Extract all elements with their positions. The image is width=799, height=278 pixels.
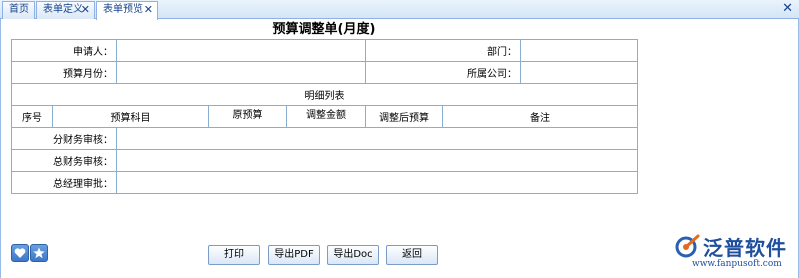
department-field[interactable] bbox=[520, 39, 638, 62]
column-header: 原预算 调整金额 bbox=[208, 105, 366, 128]
gm-approval-label: 总经理审批： bbox=[11, 171, 117, 194]
department-label: 部门： bbox=[365, 39, 521, 62]
column-header: 原预算 bbox=[209, 106, 287, 127]
budget-month-label: 预算月份： bbox=[11, 61, 117, 84]
close-icon[interactable]: ✕ bbox=[81, 2, 90, 18]
tab-form-definition[interactable]: 表单定义 ✕ bbox=[36, 1, 95, 19]
star-icon[interactable] bbox=[30, 244, 48, 262]
logo-url: www.fanpusoft.com bbox=[692, 259, 782, 269]
head-finance-review-field[interactable] bbox=[116, 149, 638, 172]
export-pdf-button[interactable]: 导出PDF bbox=[268, 245, 320, 265]
form-table: 申请人： 部门： 预算月份： 所属公司： 明细列表 序号 预算科目 原预算 调整… bbox=[11, 39, 638, 194]
tab-home-label: 首页 bbox=[9, 4, 29, 15]
gm-approval-row: 总经理审批： bbox=[11, 171, 638, 194]
column-header: 预算科目 bbox=[52, 105, 209, 128]
company-label: 所属公司： bbox=[365, 61, 521, 84]
branch-finance-review-row: 分财务审核： bbox=[11, 127, 638, 150]
tab-bar: 首页 表单定义 ✕ 表单预览 ✕ ✕ bbox=[0, 0, 799, 20]
form-title: 预算调整单(月度) bbox=[272, 22, 376, 37]
head-finance-review-row: 总财务审核： bbox=[11, 149, 638, 172]
tab-form-definition-label: 表单定义 bbox=[43, 4, 83, 15]
print-button[interactable]: 打印 bbox=[208, 245, 260, 265]
detail-list-label: 明细列表 bbox=[11, 83, 638, 106]
close-icon[interactable]: ✕ bbox=[144, 2, 153, 18]
tab-form-preview-label: 表单预览 bbox=[103, 4, 143, 15]
column-header: 备注 bbox=[442, 105, 638, 128]
close-all-icon[interactable]: ✕ bbox=[782, 1, 793, 16]
gm-approval-field[interactable] bbox=[116, 171, 638, 194]
tab-home[interactable]: 首页 bbox=[2, 1, 35, 19]
logo: 泛普软件 www.fanpusoft.com bbox=[670, 228, 795, 274]
applicant-row: 申请人： 部门： bbox=[11, 39, 638, 62]
logo-mark-icon bbox=[675, 234, 700, 258]
back-button[interactable]: 返回 bbox=[386, 245, 438, 265]
detail-header-row: 序号 预算科目 原预算 调整金额 调整后预算 备注 bbox=[11, 105, 638, 128]
logo-name: 泛普软件 bbox=[703, 236, 787, 260]
export-doc-button[interactable]: 导出Doc bbox=[327, 245, 379, 265]
tab-form-preview[interactable]: 表单预览 ✕ bbox=[96, 1, 158, 20]
head-finance-review-label: 总财务审核： bbox=[11, 149, 117, 172]
company-field[interactable] bbox=[520, 61, 638, 84]
applicant-label: 申请人： bbox=[11, 39, 117, 62]
column-header: 调整金额 bbox=[306, 110, 346, 121]
column-header: 调整后预算 bbox=[365, 105, 443, 128]
detail-list-row: 明细列表 bbox=[11, 83, 638, 106]
column-header: 序号 bbox=[11, 105, 53, 128]
budget-month-row: 预算月份： 所属公司： bbox=[11, 61, 638, 84]
budget-month-field[interactable] bbox=[116, 61, 366, 84]
branch-finance-review-label: 分财务审核： bbox=[11, 127, 117, 150]
heart-icon[interactable] bbox=[11, 244, 29, 262]
branch-finance-review-field[interactable] bbox=[116, 127, 638, 150]
applicant-field[interactable] bbox=[116, 39, 366, 62]
